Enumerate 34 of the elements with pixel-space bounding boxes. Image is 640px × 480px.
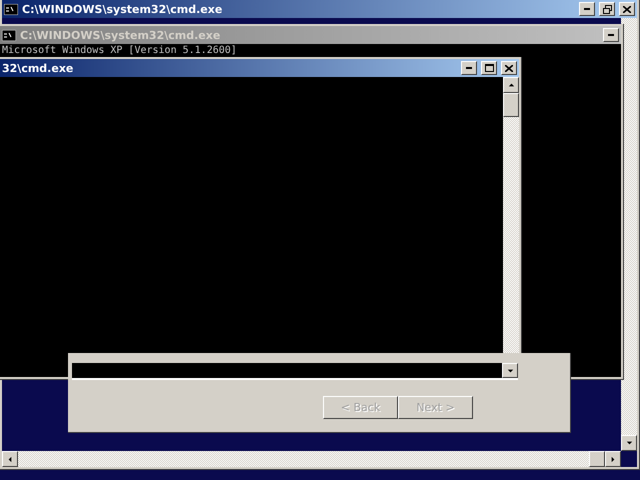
scroll-right-button[interactable] xyxy=(605,451,621,467)
console-icon xyxy=(4,4,18,14)
horizontal-scrollbar[interactable] xyxy=(2,451,621,467)
scroll-up-button[interactable] xyxy=(503,77,519,93)
right-arrow-icon xyxy=(611,456,615,462)
minimize-icon xyxy=(466,67,472,69)
window-title: 32\cmd.exe xyxy=(2,62,74,74)
window-title: C:\WINDOWS\system32\cmd.exe xyxy=(20,28,222,42)
minimize-icon xyxy=(608,34,614,36)
console-text: Microsoft Windows XP [Version 5.1.2600] xyxy=(1,44,238,58)
minimize-button[interactable] xyxy=(579,2,595,16)
minimize-button[interactable] xyxy=(603,28,619,42)
minimize-button[interactable] xyxy=(461,61,477,75)
scroll-thumb[interactable] xyxy=(589,451,605,467)
scroll-left-button[interactable] xyxy=(2,451,18,467)
dropdown-field[interactable] xyxy=(72,363,518,380)
close-button[interactable] xyxy=(501,61,517,75)
scroll-thumb[interactable] xyxy=(503,93,519,117)
close-button[interactable] xyxy=(619,2,635,16)
down-arrow-icon xyxy=(506,368,514,372)
up-arrow-icon xyxy=(508,83,514,87)
scroll-down-button[interactable] xyxy=(621,435,637,451)
left-arrow-icon xyxy=(8,456,12,462)
restore-button[interactable] xyxy=(599,2,615,16)
maximize-icon xyxy=(484,64,494,72)
down-arrow-icon xyxy=(626,441,632,445)
console-icon xyxy=(2,30,16,40)
dropdown-button[interactable] xyxy=(502,363,518,378)
close-icon xyxy=(623,6,631,12)
minimize-icon xyxy=(584,8,590,10)
window-title: C:\WINDOWS\system32\cmd.exe xyxy=(22,2,224,16)
close-icon xyxy=(505,64,513,72)
maximize-button[interactable] xyxy=(481,61,497,75)
restore-icon xyxy=(602,4,612,14)
